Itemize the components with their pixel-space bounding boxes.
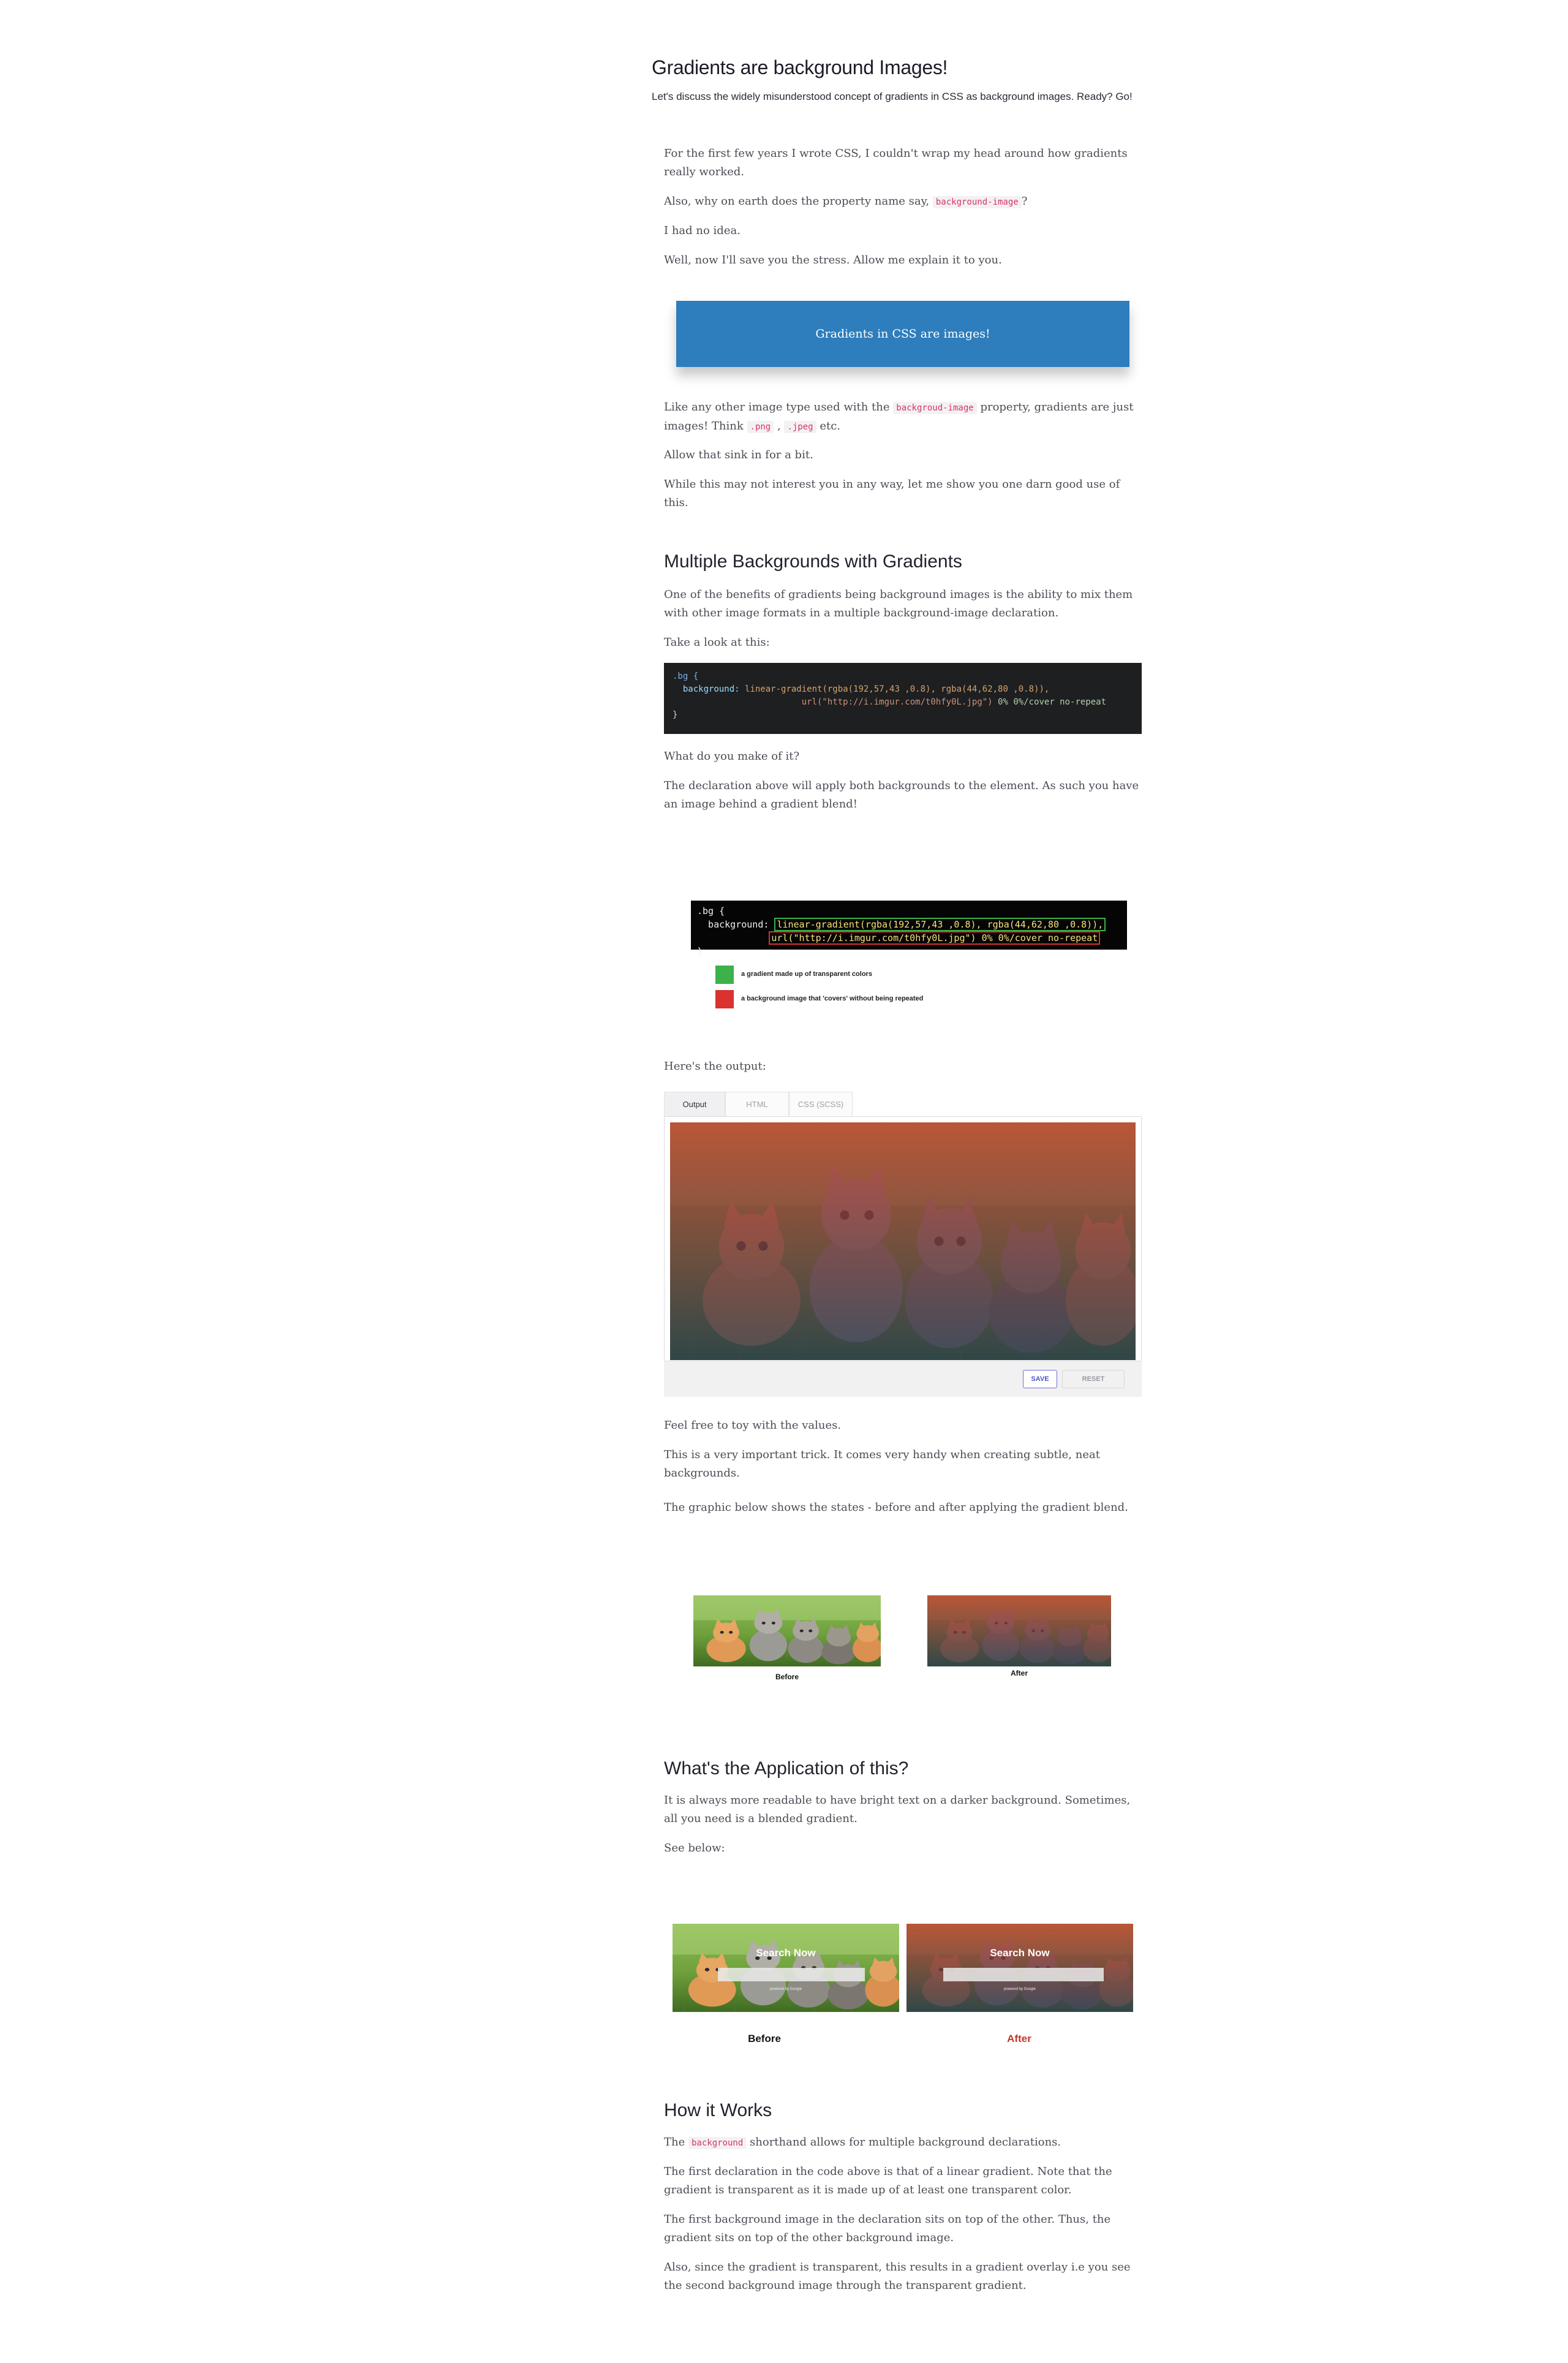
intro-paragraph-2: Also, why on earth does the property nam…	[664, 192, 1142, 211]
tab-output[interactable]: Output	[664, 1092, 725, 1116]
intro-paragraph-4: Well, now I'll save you the stress. Allo…	[664, 254, 1002, 267]
before-image	[693, 1595, 881, 1666]
search-title: Search Now	[756, 1947, 816, 1959]
paragraph-text: ,	[777, 420, 781, 433]
search-after-caption: After	[1007, 2033, 1031, 2044]
after-paragraph-3: The graphic below shows the states - bef…	[664, 1501, 1128, 1514]
page-title: Gradients are background Images!	[652, 56, 948, 78]
after-paragraph-2: This is a very important trick. It comes…	[664, 1448, 1100, 1480]
powered-by: powered by Google	[769, 1987, 802, 1991]
figure-code-line: }	[697, 946, 703, 957]
inline-code: background	[688, 2137, 747, 2149]
how-paragraph-1: The background shorthand allows for mult…	[664, 2133, 1142, 2152]
output-intro: Here's the output:	[664, 1060, 766, 1073]
intro-paragraph-1: For the first few years I wrote CSS, I c…	[664, 147, 1128, 178]
figure-code-line: .bg {	[697, 906, 725, 917]
code-url: url("http://i.imgur.com/t0hfy0L.jpg")	[801, 697, 993, 707]
how-paragraph-3: The first background image in the declar…	[664, 2213, 1111, 2244]
code-block: .bg { background: linear-gradient(rgba(1…	[664, 663, 1142, 734]
search-demo-before: Search Now powered by Google	[673, 1924, 899, 2012]
after-caption: After	[1010, 1669, 1028, 1677]
legend-swatch-green	[715, 966, 734, 984]
callout-text: Gradients in CSS are images!	[815, 327, 990, 341]
inline-code: .png	[747, 421, 774, 433]
code-selector: .bg {	[673, 671, 699, 681]
code-close: }	[673, 710, 678, 720]
paragraph-text: Like any other image type used with the	[664, 401, 890, 414]
kitten-gradient-image	[670, 1122, 1136, 1360]
paragraph-text: shorthand allows for multiple background…	[750, 2136, 1061, 2149]
output-preview	[670, 1122, 1136, 1360]
legend-swatch-red	[715, 990, 734, 1008]
multiple-paragraph-2: Take a look at this:	[664, 636, 770, 649]
callout-banner: Gradients in CSS are images!	[676, 301, 1129, 367]
powered-by: powered by Google	[1003, 1987, 1036, 1991]
multiple-paragraph-4: The declaration above will apply both ba…	[664, 779, 1139, 811]
embed-tabs: Output HTML CSS (SCSS)	[664, 1092, 1142, 1116]
images-paragraph-3: While this may not interest you in any w…	[664, 478, 1120, 509]
inline-code: backgroud-image	[893, 402, 977, 414]
section-heading-how: How it Works	[664, 2100, 772, 2120]
inline-code: background-image	[932, 196, 1022, 208]
paragraph-text: The	[664, 2136, 685, 2149]
code-position: 0% 0%/cover no-repeat	[998, 697, 1107, 707]
after-paragraph-1: Feel free to toy with the values.	[664, 1419, 842, 1432]
legend-label-green: a gradient made up of transparent colors	[741, 970, 872, 978]
search-demo-after: Search Now powered by Google	[907, 1924, 1133, 2012]
application-paragraph-1: It is always more readable to have brigh…	[664, 1794, 1131, 1825]
code-property: background:	[682, 684, 740, 694]
figure-code-property: background:	[697, 919, 775, 930]
search-before-caption: Before	[748, 2033, 781, 2044]
how-paragraph-2: The first declaration in the code above …	[664, 2165, 1112, 2196]
gradient-highlight-box: linear-gradient(rgba(192,57,43 ,0.8), rg…	[774, 918, 1106, 931]
how-paragraph-4: Also, since the gradient is transparent,…	[664, 2261, 1131, 2292]
tab-html[interactable]: HTML	[725, 1092, 789, 1116]
images-paragraph-1: Like any other image type used with the …	[664, 398, 1142, 436]
reset-button[interactable]: RESET	[1062, 1370, 1125, 1388]
intro-text: Also, why on earth does the property nam…	[664, 195, 930, 208]
multiple-paragraph-1: One of the benefits of gradients being b…	[664, 588, 1133, 619]
tab-css[interactable]: CSS (SCSS)	[789, 1092, 853, 1116]
code-gradient: linear-gradient(rgba(192,57,43 ,0.8), rg…	[745, 684, 1050, 694]
search-input[interactable]	[718, 1968, 865, 1981]
before-caption: Before	[775, 1673, 799, 1681]
section-heading-application: What's the Application of this?	[664, 1758, 909, 1779]
save-button[interactable]: SAVE	[1023, 1370, 1057, 1388]
application-paragraph-2: See below:	[664, 1842, 725, 1854]
image-highlight-box: url("http://i.imgur.com/t0hfy0L.jpg") 0%…	[769, 931, 1101, 945]
multiple-paragraph-3: What do you make of it?	[664, 750, 800, 763]
after-image	[927, 1595, 1111, 1666]
search-title: Search Now	[990, 1947, 1050, 1959]
intro-text: ?	[1021, 195, 1028, 208]
section-heading-multiple: Multiple Backgrounds with Gradients	[664, 551, 962, 572]
inline-code: .jpeg	[784, 421, 816, 433]
images-paragraph-2: Allow that sink in for a bit.	[664, 448, 813, 461]
legend-label-red: a background image that 'covers' without…	[741, 995, 924, 1002]
page-subtitle: Let's discuss the widely misunderstood c…	[652, 91, 1133, 102]
intro-paragraph-3: I had no idea.	[664, 224, 741, 237]
paragraph-text: etc.	[820, 420, 841, 433]
search-input[interactable]	[943, 1968, 1104, 1981]
annotated-code-figure: .bg { background: linear-gradient(rgba(1…	[691, 901, 1127, 957]
embed-footer: SAVE RESET	[664, 1361, 1142, 1397]
